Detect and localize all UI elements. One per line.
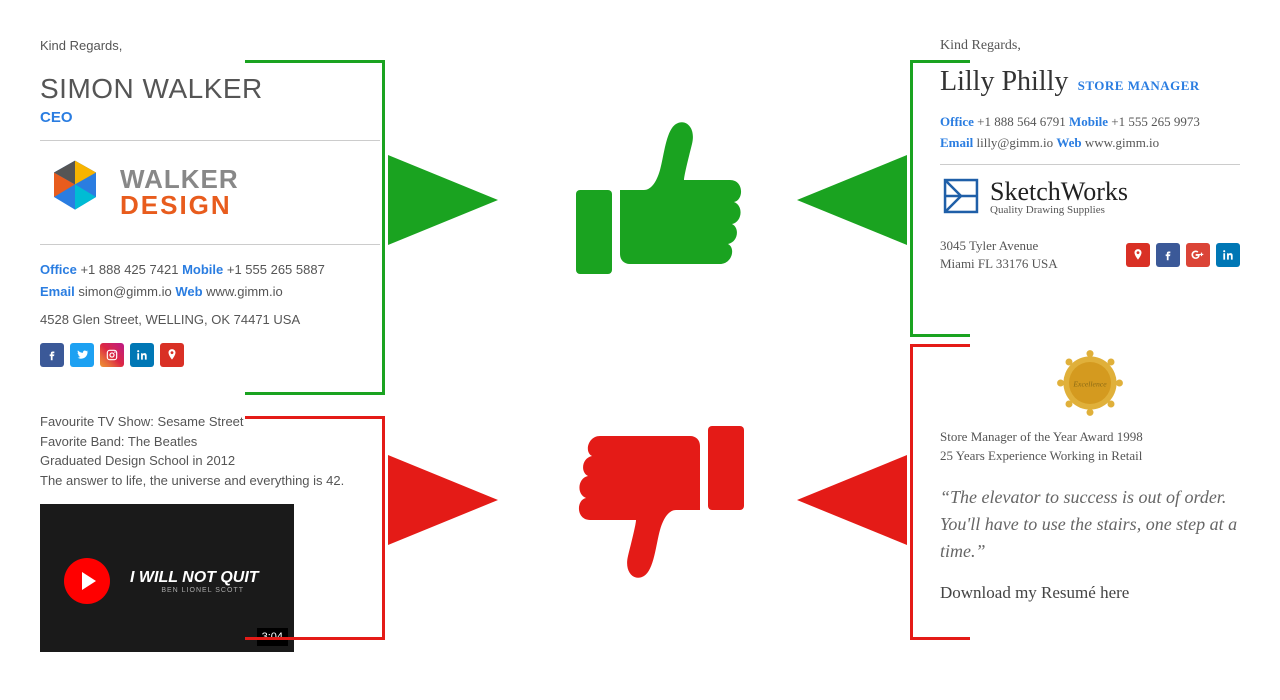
email-value[interactable]: lilly@gimm.io bbox=[976, 135, 1053, 150]
office-value: +1 888 425 7421 bbox=[80, 262, 178, 277]
bracket-good-right bbox=[910, 60, 970, 337]
mobile-label: Mobile bbox=[1069, 114, 1108, 129]
office-label: Office bbox=[40, 262, 77, 277]
facebook-icon[interactable] bbox=[1156, 243, 1180, 267]
logo-wordmark: SketchWorks Quality Drawing Supplies bbox=[990, 179, 1128, 216]
download-resume-link[interactable]: Download my Resumé here bbox=[940, 583, 1240, 603]
pointer-left-bad-icon bbox=[388, 455, 498, 545]
web-label: Web bbox=[1056, 135, 1081, 150]
pointer-right-bad-icon bbox=[797, 455, 907, 545]
right-signature: Kind Regards, Lilly Philly STORE MANAGER… bbox=[940, 38, 1240, 273]
divider bbox=[940, 164, 1240, 165]
bracket-bad-left bbox=[245, 416, 385, 640]
logo-line2: DESIGN bbox=[120, 192, 239, 218]
company-logo: SketchWorks Quality Drawing Supplies bbox=[940, 175, 1240, 221]
pointer-left-good-icon bbox=[388, 155, 498, 245]
email-value[interactable]: simon@gimm.io bbox=[78, 284, 171, 299]
linkedin-icon[interactable] bbox=[1216, 243, 1240, 267]
mobile-label: Mobile bbox=[182, 262, 223, 277]
right-signature-extras: Excellence Store Manager of the Year Awa… bbox=[940, 348, 1240, 603]
thumbs-up-icon bbox=[560, 100, 760, 303]
web-label: Web bbox=[175, 284, 202, 299]
award-line: 25 Years Experience Working in Retail bbox=[940, 447, 1240, 466]
thumbs-down-icon bbox=[560, 400, 760, 603]
mobile-value: +1 555 265 9973 bbox=[1111, 114, 1200, 129]
web-value[interactable]: www.gimm.io bbox=[1085, 135, 1159, 150]
closing-text: Kind Regards, bbox=[40, 38, 380, 53]
logo-mark-icon bbox=[40, 155, 110, 228]
play-icon[interactable] bbox=[64, 558, 110, 604]
contact-block: Office +1 888 564 6791 Mobile +1 555 265… bbox=[940, 112, 1240, 154]
pointer-right-good-icon bbox=[797, 155, 907, 245]
person-title: STORE MANAGER bbox=[1078, 78, 1200, 93]
video-author: BEN LIONEL SCOTT bbox=[161, 586, 244, 597]
award-line: Store Manager of the Year Award 1998 bbox=[940, 428, 1240, 447]
svg-text:Excellence: Excellence bbox=[1072, 380, 1107, 389]
facebook-icon[interactable] bbox=[40, 343, 64, 367]
quote-text: “The elevator to success is out of order… bbox=[940, 484, 1240, 565]
office-value: +1 888 564 6791 bbox=[977, 114, 1066, 129]
twitter-icon[interactable] bbox=[70, 343, 94, 367]
email-label: Email bbox=[40, 284, 75, 299]
linkedin-icon[interactable] bbox=[130, 343, 154, 367]
brand-tagline: Quality Drawing Supplies bbox=[990, 205, 1128, 216]
excellence-badge-icon: Excellence bbox=[1055, 348, 1125, 418]
logo-line1: WALKER bbox=[120, 166, 239, 192]
bracket-good-left bbox=[245, 60, 385, 395]
bracket-bad-right bbox=[910, 344, 970, 640]
instagram-icon[interactable] bbox=[100, 343, 124, 367]
logo-wordmark: WALKER DESIGN bbox=[120, 166, 239, 218]
map-pin-icon[interactable] bbox=[160, 343, 184, 367]
social-icons bbox=[1126, 243, 1240, 267]
brand-name: SketchWorks bbox=[990, 179, 1128, 205]
googleplus-icon[interactable] bbox=[1186, 243, 1210, 267]
closing-text: Kind Regards, bbox=[940, 38, 1240, 54]
map-pin-icon[interactable] bbox=[1126, 243, 1150, 267]
